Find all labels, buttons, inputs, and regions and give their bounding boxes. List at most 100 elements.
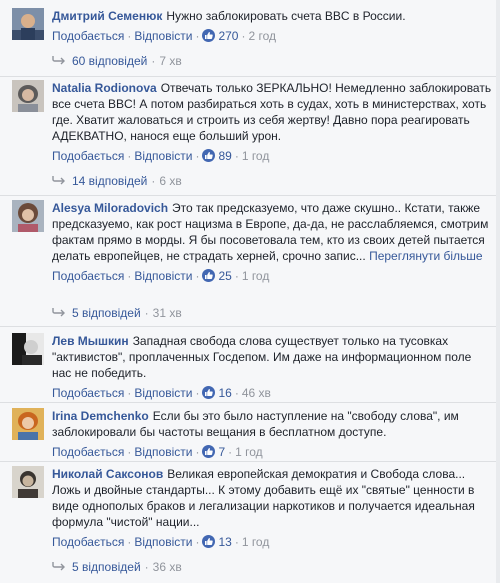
replies-time: 31 хв: [152, 306, 182, 320]
comment-author-link[interactable]: Николай Саксонов: [52, 467, 163, 481]
replies-time: 7 хв: [159, 54, 182, 68]
divider: [0, 402, 500, 403]
avatar[interactable]: [12, 8, 44, 40]
separator-dot: ·: [234, 149, 239, 163]
view-replies-link[interactable]: 5 відповідей · 31 хв: [52, 305, 182, 321]
separator-dot: ·: [195, 535, 200, 549]
like-count[interactable]: 270: [218, 29, 238, 43]
comment-author-link[interactable]: Лев Мышкин: [52, 334, 129, 348]
separator-dot: ·: [234, 386, 239, 400]
reply-arrow-icon: [52, 56, 65, 65]
reply-button[interactable]: Відповісти: [134, 149, 192, 163]
comment-text: Лев Мышкин Западная свобода слова существ…: [52, 333, 492, 381]
comment-actions: Подобається · Відповісти · 13 · 1 год: [52, 535, 492, 549]
separator-dot: ·: [195, 269, 200, 283]
comment-actions: Подобається · Відповісти · 270 · 2 год: [52, 29, 492, 43]
separator-dot: ·: [144, 306, 149, 320]
replies-time: 6 хв: [159, 174, 182, 188]
timestamp[interactable]: 2 год: [248, 29, 276, 43]
comment-body: Нужно заблокировать счета BBC в России.: [166, 9, 406, 23]
like-button[interactable]: Подобається: [52, 386, 124, 400]
scrollbar[interactable]: [496, 0, 500, 583]
divider: [0, 461, 500, 462]
see-more-link[interactable]: Переглянути більше: [369, 249, 483, 263]
comment-text: Alesya Miloradovich Это так предсказуемо,…: [52, 200, 492, 264]
separator-dot: ·: [228, 445, 233, 459]
separator-dot: ·: [144, 560, 149, 574]
reply-button[interactable]: Відповісти: [134, 386, 192, 400]
like-count[interactable]: 89: [218, 149, 231, 163]
reply-arrow-icon: [52, 176, 65, 185]
like-button[interactable]: Подобається: [52, 269, 124, 283]
separator-dot: ·: [127, 386, 132, 400]
comment-actions: Подобається · Відповісти · 16 · 46 хв: [52, 386, 492, 400]
replies-count[interactable]: 60 відповідей: [72, 54, 147, 68]
separator-dot: ·: [195, 386, 200, 400]
comment-text: Natalia Rodionova Отвечать только ЗЕРКАЛЬ…: [52, 80, 492, 144]
reply-button[interactable]: Відповісти: [134, 269, 192, 283]
comment-actions: Подобається · Відповісти · 25 · 1 год: [52, 269, 492, 283]
separator-dot: ·: [127, 269, 132, 283]
comments-feed: Дмитрий Семенюк Нужно заблокировать счета…: [0, 0, 500, 583]
separator-dot: ·: [127, 149, 132, 163]
timestamp[interactable]: 1 год: [242, 535, 270, 549]
like-button[interactable]: Подобається: [52, 535, 124, 549]
separator-dot: ·: [234, 535, 239, 549]
timestamp[interactable]: 1 год: [235, 445, 263, 459]
thumbs-up-icon[interactable]: [202, 535, 216, 548]
replies-count[interactable]: 14 відповідей: [72, 174, 147, 188]
reply-button[interactable]: Відповісти: [134, 535, 192, 549]
separator-dot: ·: [195, 445, 200, 459]
avatar[interactable]: [12, 408, 44, 440]
replies-count[interactable]: 5 відповідей: [72, 306, 141, 320]
comment-actions: Подобається · Відповісти · 89 · 1 год: [52, 149, 492, 163]
thumbs-up-icon[interactable]: [202, 269, 216, 282]
comment-author-link[interactable]: Alesya Miloradovich: [52, 201, 168, 215]
avatar[interactable]: [12, 333, 44, 365]
view-replies-link[interactable]: 5 відповідей · 36 хв: [52, 559, 182, 575]
thumbs-up-icon[interactable]: [202, 386, 216, 399]
like-button[interactable]: Подобається: [52, 29, 124, 43]
replies-time: 36 хв: [152, 560, 182, 574]
comment-text: Irina Demchenko Если бы это было наступле…: [52, 408, 492, 440]
replies-count[interactable]: 5 відповідей: [72, 560, 141, 574]
separator-dot: ·: [151, 54, 156, 68]
like-count[interactable]: 25: [218, 269, 231, 283]
avatar[interactable]: [12, 466, 44, 498]
comment-author-link[interactable]: Natalia Rodionova: [52, 81, 157, 95]
view-replies-link[interactable]: 60 відповідей · 7 хв: [52, 53, 182, 69]
reply-arrow-icon: [52, 308, 65, 317]
comment-actions: Подобається · Відповісти · 7 · 1 год: [52, 445, 492, 459]
thumbs-up-icon[interactable]: [202, 29, 216, 42]
reply-button[interactable]: Відповісти: [134, 29, 192, 43]
separator-dot: ·: [234, 269, 239, 283]
like-button[interactable]: Подобається: [52, 149, 124, 163]
separator-dot: ·: [195, 149, 200, 163]
reply-arrow-icon: [52, 562, 65, 571]
comment-text: Николай Саксонов Великая европейская демо…: [52, 466, 492, 530]
separator-dot: ·: [195, 29, 200, 43]
avatar[interactable]: [12, 80, 44, 112]
separator-dot: ·: [127, 535, 132, 549]
thumbs-up-icon[interactable]: [202, 149, 216, 162]
timestamp[interactable]: 1 год: [242, 269, 270, 283]
like-count[interactable]: 16: [218, 386, 231, 400]
comment-text: Дмитрий Семенюк Нужно заблокировать счета…: [52, 8, 492, 24]
reply-button[interactable]: Відповісти: [134, 445, 192, 459]
divider: [0, 76, 500, 77]
separator-dot: ·: [241, 29, 246, 43]
like-count[interactable]: 7: [218, 445, 225, 459]
view-replies-link[interactable]: 14 відповідей · 6 хв: [52, 173, 182, 189]
comment-author-link[interactable]: Irina Demchenko: [52, 409, 149, 423]
avatar[interactable]: [12, 200, 44, 232]
separator-dot: ·: [151, 174, 156, 188]
thumbs-up-icon[interactable]: [202, 445, 216, 458]
separator-dot: ·: [127, 29, 132, 43]
like-count[interactable]: 13: [218, 535, 231, 549]
timestamp[interactable]: 46 хв: [242, 386, 271, 400]
like-button[interactable]: Подобається: [52, 445, 124, 459]
comment-author-link[interactable]: Дмитрий Семенюк: [52, 9, 162, 23]
timestamp[interactable]: 1 год: [242, 149, 270, 163]
divider: [0, 195, 500, 196]
separator-dot: ·: [127, 445, 132, 459]
